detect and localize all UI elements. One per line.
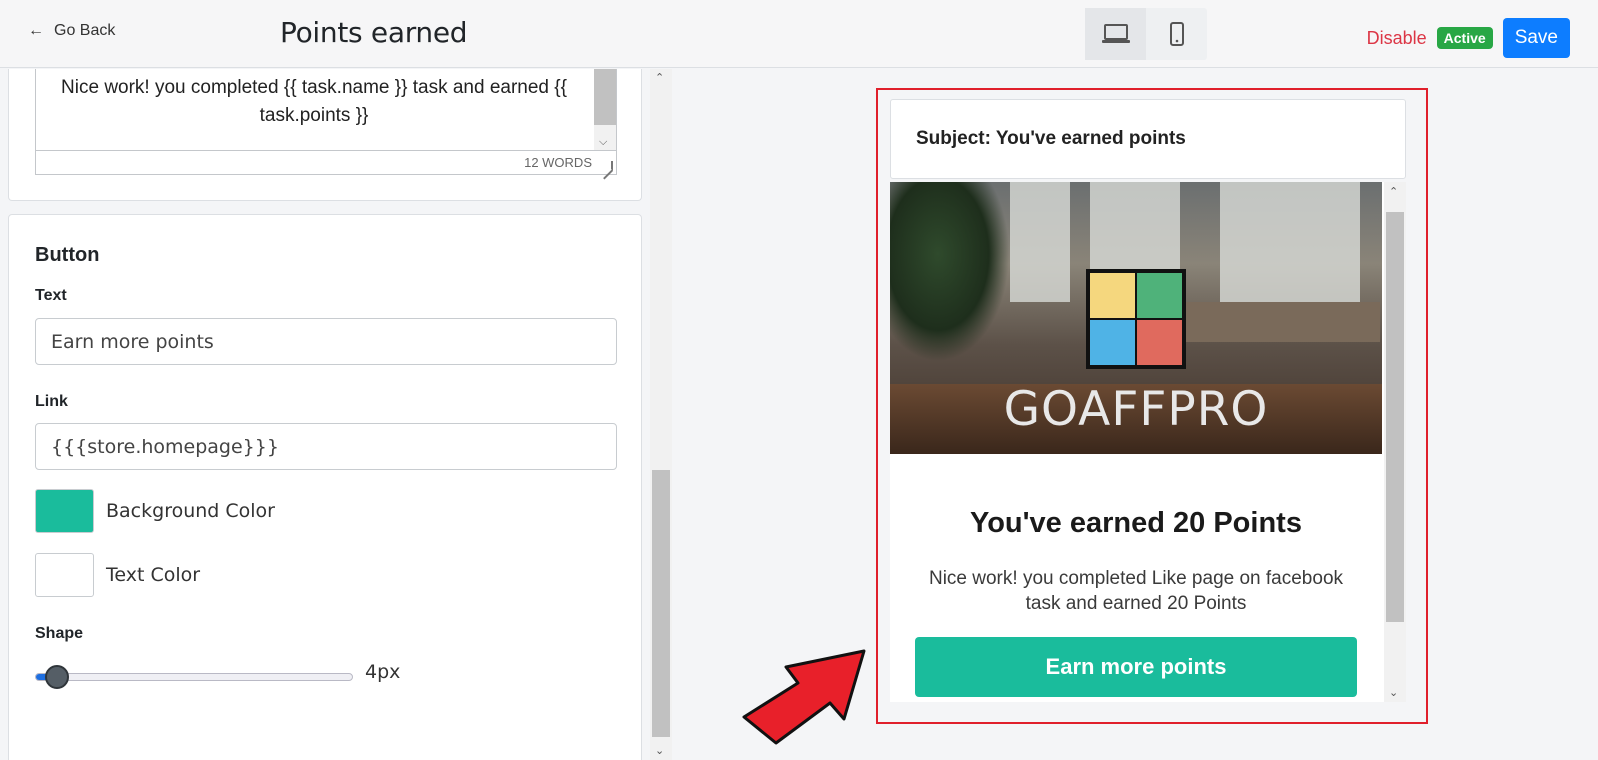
email-preview-frame: Subject: You've earned points GOAFFPRO Y… — [876, 88, 1428, 724]
resize-handle-icon[interactable] — [603, 161, 613, 171]
arrow-left-icon: ← — [28, 22, 44, 39]
text-color-row: Text Color — [35, 553, 200, 597]
shape-value: 4px — [365, 661, 401, 683]
background-color-swatch[interactable] — [35, 489, 94, 533]
background-color-row: Background Color — [35, 489, 275, 533]
go-back-button[interactable]: ← Go Back — [28, 22, 115, 40]
chevron-down-icon[interactable]: ⌄ — [655, 744, 664, 757]
email-message: Nice work! you completed Like page on fa… — [928, 568, 1344, 614]
status-badge: Active — [1436, 27, 1493, 49]
message-card: Nice work! you completed {{ task.name }}… — [8, 69, 642, 201]
hero-plant — [890, 182, 1010, 362]
settings-scrollbar[interactable]: ⌃ ⌄ — [650, 69, 672, 760]
disable-button[interactable]: Disable — [1367, 28, 1427, 49]
hero-window — [1010, 182, 1070, 302]
top-actions: Disable Active Save — [1367, 18, 1570, 58]
desktop-view-button[interactable] — [1085, 8, 1146, 60]
shape-field-label: Shape — [35, 625, 84, 642]
chevron-down-icon[interactable]: ⌵ — [599, 136, 607, 149]
laptop-icon — [1101, 24, 1130, 43]
shape-slider[interactable] — [35, 663, 355, 691]
earn-more-points-button[interactable]: Earn more points — [915, 637, 1357, 697]
top-bar: ← Go Back Points earned Disable Active S… — [0, 0, 1598, 68]
preview-scrollbar-thumb[interactable] — [1386, 212, 1404, 622]
text-color-swatch[interactable] — [35, 553, 94, 597]
email-body: GOAFFPRO You've earned 20 Points Nice wo… — [890, 182, 1406, 702]
button-link-input[interactable]: {{{store.homepage}}} — [35, 423, 617, 470]
word-count: 12 WORDS — [36, 150, 616, 174]
page-title: Points earned — [280, 16, 468, 49]
preview-scrollbar[interactable]: ⌃ ⌄ — [1384, 182, 1406, 702]
editor-scrollbar[interactable]: ⌵ — [594, 69, 616, 151]
save-button[interactable]: Save — [1502, 18, 1570, 58]
email-subject-box: Subject: You've earned points — [890, 99, 1406, 179]
message-editor-content[interactable]: Nice work! you completed {{ task.name }}… — [36, 74, 592, 130]
mobile-icon — [1169, 22, 1184, 46]
editor-scrollbar-thumb[interactable] — [594, 69, 616, 125]
email-subject: Subject: You've earned points — [916, 128, 1186, 149]
email-heading: You've earned 20 Points — [970, 507, 1302, 539]
hero-image: GOAFFPRO — [890, 182, 1382, 454]
mobile-view-button[interactable] — [1146, 8, 1207, 60]
chevron-down-icon[interactable]: ⌄ — [1389, 686, 1398, 699]
button-text-input[interactable]: Earn more points — [35, 318, 617, 365]
go-back-label: Go Back — [54, 22, 116, 39]
link-field-label: Link — [35, 393, 68, 410]
text-color-label: Text Color — [106, 564, 201, 586]
slider-thumb[interactable] — [45, 665, 70, 689]
brand-logo-text: GOAFFPRO — [1003, 382, 1269, 437]
hero-window — [1220, 182, 1360, 302]
chevron-up-icon[interactable]: ⌃ — [655, 71, 664, 84]
text-field-label: Text — [35, 287, 67, 304]
settings-scrollbar-thumb[interactable] — [652, 470, 670, 737]
section-title: Button — [35, 244, 100, 266]
device-toggle — [1085, 8, 1207, 60]
red-arrow-annotation — [742, 649, 866, 745]
slider-track[interactable] — [35, 673, 353, 681]
chevron-up-icon[interactable]: ⌃ — [1389, 185, 1398, 198]
puzzle-logo-icon — [1086, 269, 1186, 369]
message-editor[interactable]: Nice work! you completed {{ task.name }}… — [35, 69, 617, 175]
settings-panel: Nice work! you completed {{ task.name }}… — [0, 69, 672, 760]
button-settings-card: Button Text Earn more points Link {{{sto… — [8, 214, 642, 760]
background-color-label: Background Color — [106, 500, 275, 522]
